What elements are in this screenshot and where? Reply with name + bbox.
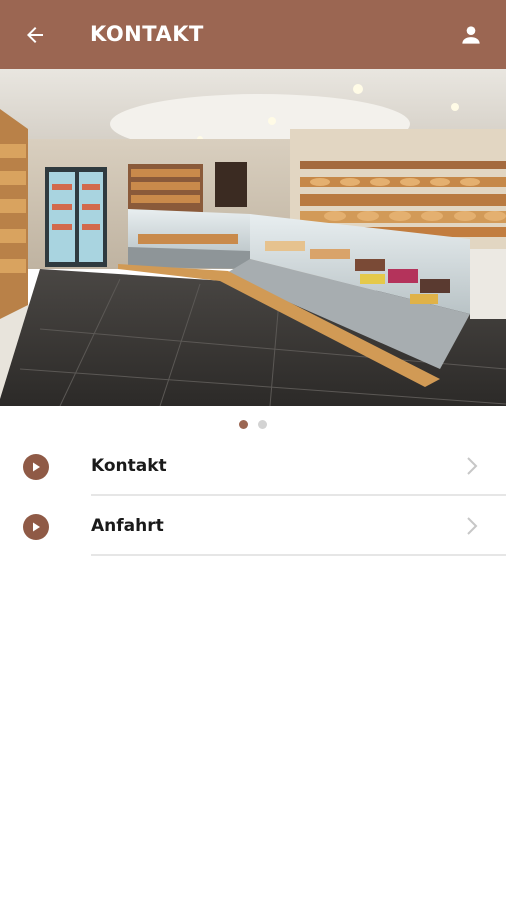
carousel-dot-2[interactable]: [258, 420, 267, 429]
user-icon: [462, 26, 480, 44]
app-bar: KONTAKT: [0, 0, 506, 69]
chevron-right-icon: [467, 457, 478, 475]
page-title: KONTAKT: [90, 22, 204, 46]
menu-item-kontakt[interactable]: Kontakt: [0, 436, 506, 496]
menu-item-anfahrt[interactable]: Anfahrt: [0, 496, 506, 556]
contact-menu: Kontakt Anfahrt: [0, 436, 506, 556]
play-circle-icon: [23, 454, 49, 480]
menu-item-label: Anfahrt: [91, 516, 164, 536]
carousel-indicators: [0, 420, 506, 430]
back-button[interactable]: [18, 18, 52, 52]
bakery-interior-illustration: [0, 69, 506, 406]
arrow-left-icon: [27, 27, 43, 43]
chevron-right-icon: [467, 517, 478, 535]
divider: [91, 554, 506, 556]
profile-button[interactable]: [454, 18, 488, 52]
menu-item-label: Kontakt: [91, 456, 167, 476]
carousel-dot-1[interactable]: [239, 420, 248, 429]
carousel-image-bakery-interior[interactable]: [0, 69, 506, 406]
play-circle-icon: [23, 514, 49, 540]
